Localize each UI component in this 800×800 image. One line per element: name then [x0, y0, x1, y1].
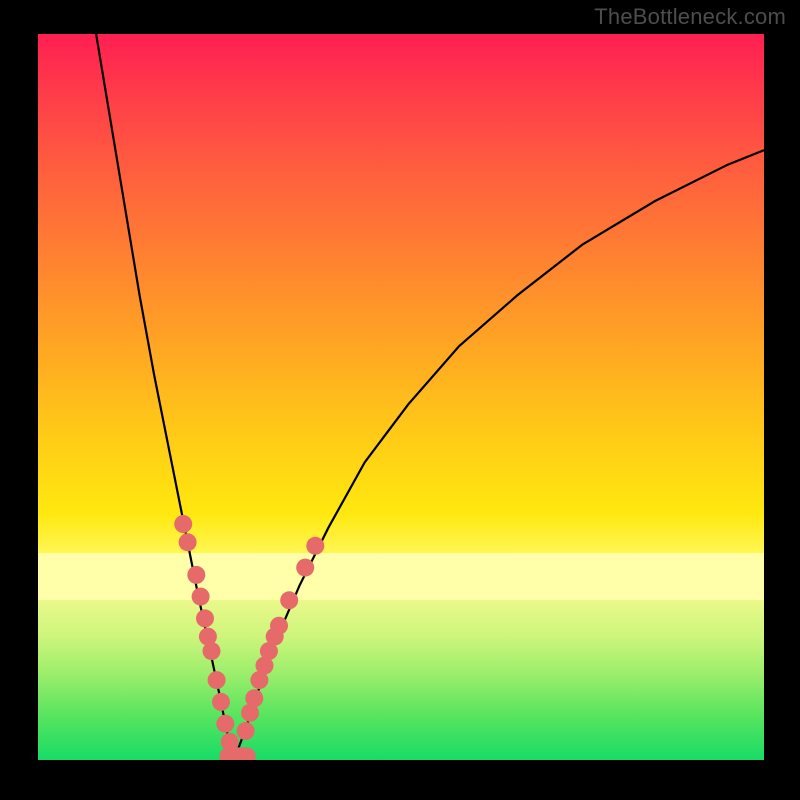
bottom-pill — [220, 747, 256, 760]
highlight-dot — [203, 642, 221, 660]
watermark-text: TheBottleneck.com — [594, 4, 786, 30]
highlight-dot — [306, 537, 324, 555]
chart-frame: TheBottleneck.com — [0, 0, 800, 800]
highlight-dot — [179, 533, 197, 551]
highlight-dot — [216, 715, 234, 733]
highlight-dot — [192, 588, 210, 606]
highlight-dot — [270, 617, 288, 635]
highlight-dots-right — [237, 537, 325, 740]
highlight-dot — [280, 591, 298, 609]
highlight-dot — [237, 722, 255, 740]
highlight-dot — [245, 689, 263, 707]
highlight-dot — [187, 566, 205, 584]
right-branch-curve — [234, 150, 764, 760]
plot-area — [38, 34, 764, 760]
highlight-dot — [174, 515, 192, 533]
highlight-dot — [196, 609, 214, 627]
highlight-dot — [212, 693, 230, 711]
curve-layer — [38, 34, 764, 760]
highlight-dots-left — [174, 515, 239, 751]
bottom-pill-rect — [220, 747, 256, 760]
highlight-dot — [208, 671, 226, 689]
highlight-dot — [296, 559, 314, 577]
